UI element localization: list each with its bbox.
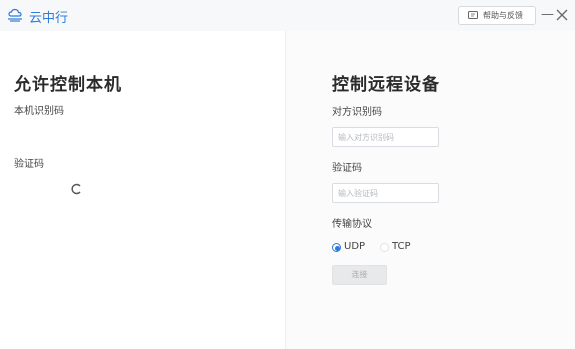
radio-unselected-icon [380, 243, 389, 252]
title-bar: 云中行 帮助与反馈 — [0, 0, 575, 31]
remote-control-heading: 控制远程设备 [332, 75, 440, 95]
loading-spinner-icon [71, 183, 81, 195]
protocol-label: 传输协议 [332, 219, 372, 230]
peer-id-input[interactable] [332, 127, 439, 147]
feedback-icon [468, 11, 478, 19]
app-title: 云中行 [29, 11, 69, 26]
radio-selected-icon [332, 243, 341, 252]
cloud-logo-icon [8, 8, 22, 22]
help-feedback-label: 帮助与反馈 [483, 11, 523, 20]
allow-control-heading: 允许控制本机 [14, 75, 122, 95]
minimize-button[interactable]: — [541, 6, 554, 24]
tcp-radio-label: TCP [392, 241, 411, 252]
udp-radio-label: UDP [344, 241, 366, 252]
machine-id-label: 本机识别码 [14, 106, 64, 117]
local-verification-code-label: 验证码 [14, 159, 44, 170]
connect-button[interactable]: 连接 [332, 265, 387, 285]
peer-id-label: 对方识别码 [332, 107, 382, 118]
help-feedback-button[interactable]: 帮助与反馈 [458, 6, 536, 25]
close-icon[interactable] [555, 6, 569, 24]
verification-code-label: 验证码 [332, 163, 362, 174]
verification-code-input[interactable] [332, 183, 439, 203]
